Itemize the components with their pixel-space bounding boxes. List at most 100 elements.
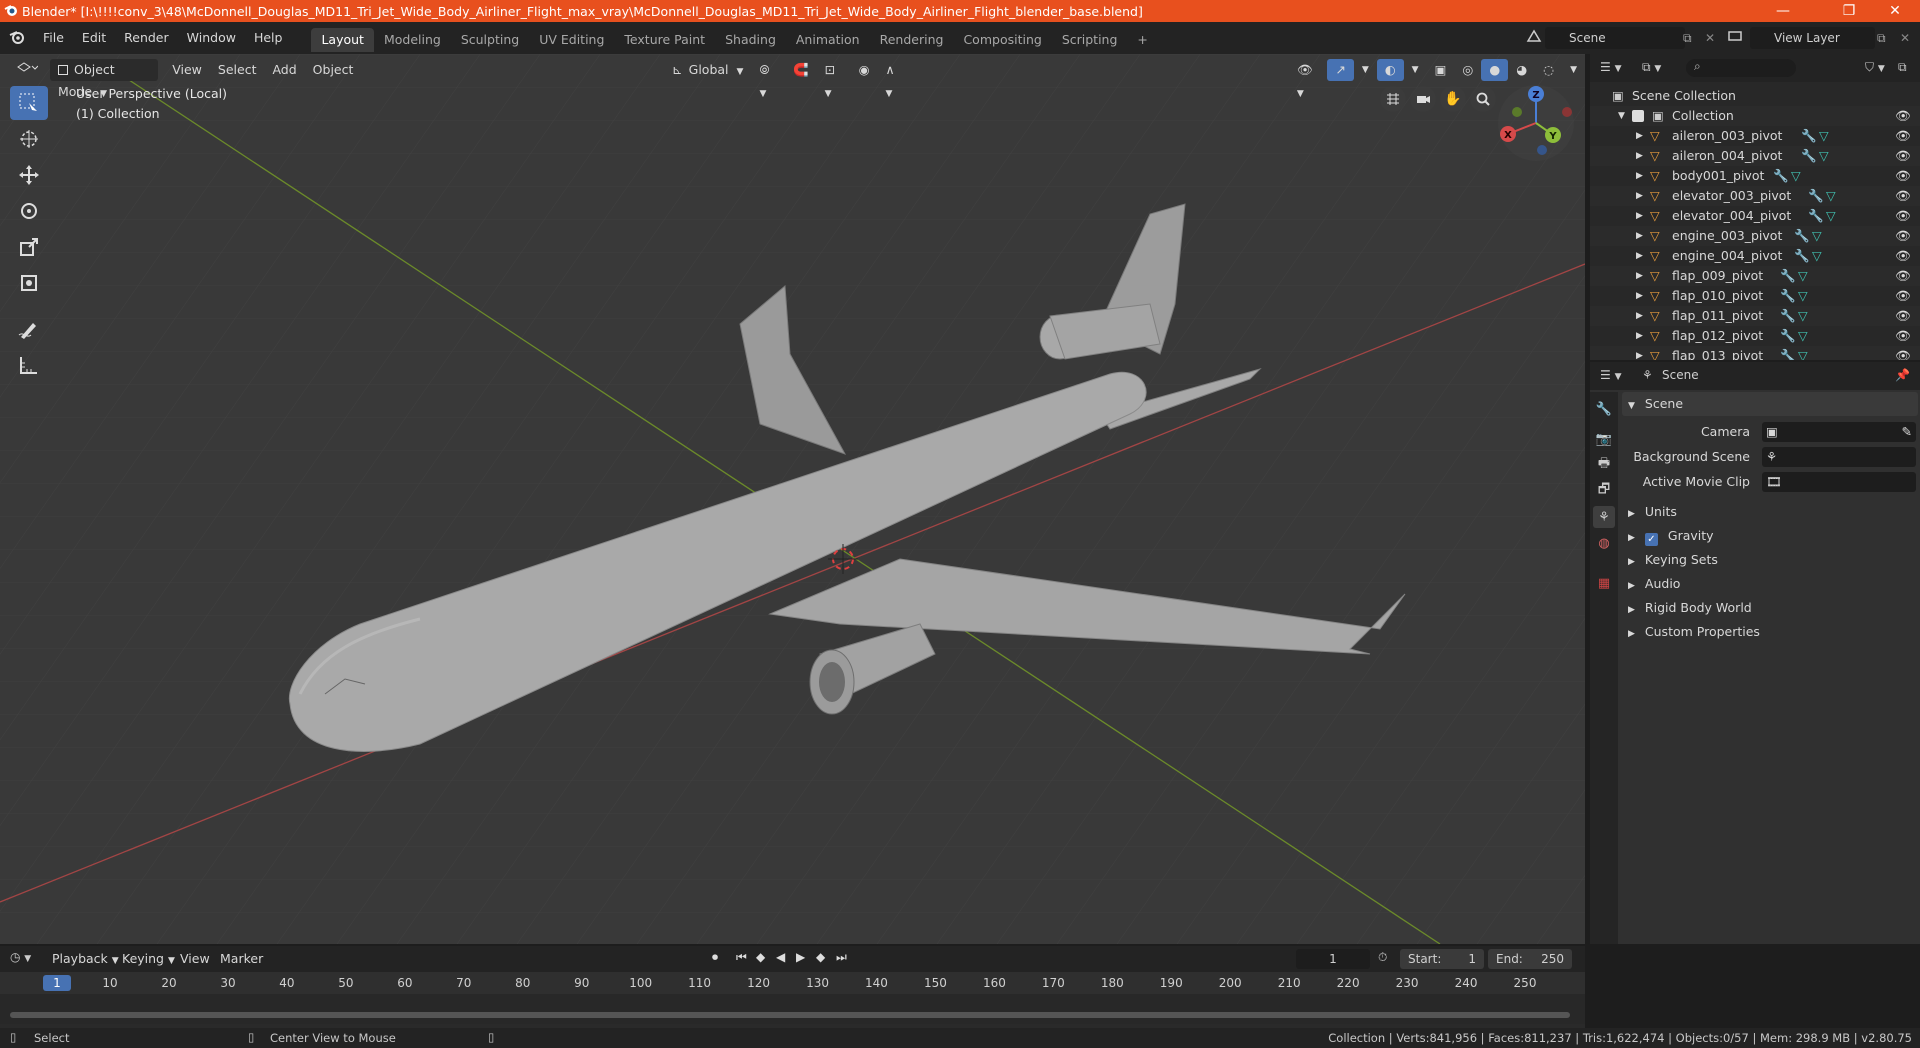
expand-arrow-icon[interactable]: ▶ <box>1636 266 1643 286</box>
maximize-button[interactable]: ❐ <box>1826 0 1872 22</box>
modifier-icon[interactable]: 🔧 <box>1801 146 1817 166</box>
modifier-icon[interactable]: 🔧 <box>1773 166 1789 186</box>
view-layer-selector[interactable]: View Layer <box>1750 27 1875 49</box>
scene-icon[interactable] <box>1525 27 1545 49</box>
outliner-item[interactable]: ▶ ▽ flap_013_pivot 🔧 ▽ 👁 <box>1590 346 1920 360</box>
background-scene-field[interactable]: ⚘ <box>1762 447 1916 467</box>
mesh-data-icon[interactable]: ▽ <box>1798 326 1808 346</box>
eye-icon[interactable]: 👁 <box>1895 166 1911 186</box>
scene-panel-header[interactable]: ▼ Scene <box>1622 392 1918 416</box>
menu-object[interactable]: Object <box>305 59 362 81</box>
scene-selector[interactable]: Scene <box>1545 27 1685 49</box>
timeline-scrollbar[interactable] <box>10 1012 1570 1018</box>
rendered-shading-icon[interactable]: ◌ <box>1535 59 1562 81</box>
shading-dropdown-icon[interactable]: ▼ <box>1562 59 1585 81</box>
pivot-point-icon[interactable]: ⦾ ▼ <box>751 59 785 99</box>
overlay-dropdown-icon[interactable]: ▼ <box>1404 59 1427 81</box>
world-tab-icon[interactable]: ◍ <box>1593 532 1615 554</box>
next-keyframe-icon[interactable]: ◆ <box>816 950 825 964</box>
record-icon[interactable]: ⏺ <box>712 950 718 965</box>
menu-select[interactable]: Select <box>210 59 265 81</box>
jump-start-icon[interactable]: ⏮ <box>736 950 747 965</box>
play-icon[interactable]: ▶ <box>796 950 805 964</box>
outliner-scene-collection[interactable]: ▣ Scene Collection <box>1590 86 1920 106</box>
eye-icon[interactable]: 👁 <box>1895 126 1911 146</box>
outliner-item[interactable]: ▶ ▽ engine_004_pivot 🔧 ▽ 👁 <box>1590 246 1920 266</box>
material-shading-icon[interactable]: ◕ <box>1508 59 1535 81</box>
output-tab-icon[interactable]: 🖶 <box>1593 454 1615 476</box>
snap-target-icon[interactable]: ⊡ ▼ <box>817 59 851 99</box>
tab-texture-paint[interactable]: Texture Paint <box>614 28 715 52</box>
new-collection-icon[interactable]: ⧉ <box>1898 60 1907 75</box>
mesh-data-icon[interactable]: ▽ <box>1826 206 1836 226</box>
tab-modeling[interactable]: Modeling <box>374 28 451 52</box>
gizmo-dropdown-icon[interactable]: ▼ <box>1354 59 1377 81</box>
scale-tool[interactable] <box>10 230 48 264</box>
modifier-icon[interactable]: 🔧 <box>1808 206 1824 226</box>
expand-arrow-icon[interactable]: ▶ <box>1636 226 1643 246</box>
mesh-data-icon[interactable]: ▽ <box>1791 166 1801 186</box>
modifier-icon[interactable]: 🔧 <box>1780 266 1796 286</box>
display-mode-icon[interactable]: ⧉ ▼ <box>1642 60 1661 75</box>
delete-view-layer-icon[interactable]: ✕ <box>1900 27 1916 49</box>
eye-icon[interactable]: 👁 <box>1895 346 1911 360</box>
menu-file[interactable]: File <box>34 22 73 54</box>
timeline-view-menu[interactable]: View <box>172 948 218 970</box>
current-frame-field[interactable]: 1 <box>1296 949 1370 969</box>
menu-add[interactable]: Add <box>264 59 304 81</box>
pin-icon[interactable]: 📌 <box>1895 368 1910 382</box>
outliner-item[interactable]: ▶ ▽ body001_pivot 🔧 ▽ 👁 <box>1590 166 1920 186</box>
proportional-edit-icon[interactable]: ◉ <box>851 59 878 81</box>
modifier-icon[interactable]: 🔧 <box>1794 246 1810 266</box>
mesh-data-icon[interactable]: ▽ <box>1798 346 1808 360</box>
eye-icon[interactable]: 👁 <box>1895 186 1911 206</box>
outliner-item[interactable]: ▶ ▽ flap_009_pivot 🔧 ▽ 👁 <box>1590 266 1920 286</box>
modifier-icon[interactable]: 🔧 <box>1780 306 1796 326</box>
new-scene-icon[interactable]: ⧉ <box>1683 27 1703 49</box>
eye-icon[interactable]: 👁 <box>1895 146 1911 166</box>
transform-orientation-selector[interactable]: ⊾ Global ▼ <box>664 59 751 81</box>
view-layer-icon[interactable] <box>1726 27 1746 49</box>
airliner-model[interactable] <box>0 54 1585 944</box>
move-tool[interactable] <box>10 158 48 192</box>
snap-icon[interactable]: 🧲 <box>785 59 817 81</box>
active-movie-clip-field[interactable]: 🎞 <box>1762 472 1916 492</box>
tab-scripting[interactable]: Scripting <box>1052 28 1128 52</box>
camera-view-icon[interactable] <box>1410 86 1438 114</box>
playhead[interactable]: 1 <box>43 975 71 991</box>
jump-end-icon[interactable]: ⏭ <box>836 950 847 965</box>
checkbox-icon[interactable] <box>1632 110 1644 122</box>
mesh-data-icon[interactable]: ▽ <box>1798 306 1808 326</box>
expand-arrow-icon[interactable]: ▶ <box>1636 326 1643 346</box>
tab-layout[interactable]: Layout <box>311 28 374 52</box>
keyframe-area[interactable] <box>0 994 1585 1024</box>
modifier-icon[interactable]: 🔧 <box>1780 286 1796 306</box>
outliner-collection[interactable]: ▼ ▣ Collection 👁 <box>1590 106 1920 126</box>
gizmo-toggle-icon[interactable]: ↗ <box>1327 59 1354 81</box>
eyedropper-icon[interactable]: ✎ <box>1902 420 1912 444</box>
editor-type-icon[interactable] <box>8 59 46 81</box>
axis-gizmo[interactable]: Z X Y <box>1495 82 1577 164</box>
render-tab-icon[interactable]: 📷 <box>1593 428 1615 450</box>
mesh-data-icon[interactable]: ▽ <box>1812 226 1822 246</box>
visibility-icon[interactable]: 👁 ▼ <box>1289 59 1328 99</box>
menu-help[interactable]: Help <box>245 22 292 54</box>
tab-sculpting[interactable]: Sculpting <box>451 28 529 52</box>
eye-icon[interactable]: 👁 <box>1895 226 1911 246</box>
expand-arrow-icon[interactable]: ▶ <box>1636 286 1643 306</box>
audio-section[interactable]: ▶ Audio <box>1622 572 1918 596</box>
falloff-icon[interactable]: ∧ ▼ <box>878 59 911 99</box>
mode-selector[interactable]: Object Mode ▼ <box>50 59 159 99</box>
new-view-layer-icon[interactable]: ⧉ <box>1877 27 1897 49</box>
outliner-editor-icon[interactable]: ☰ ▼ <box>1600 60 1622 74</box>
add-workspace-button[interactable]: + <box>1127 28 1157 52</box>
transform-tool[interactable] <box>10 266 48 300</box>
xray-toggle-icon[interactable]: ▣ <box>1427 59 1455 81</box>
scene-context-icon[interactable]: ⚘ <box>1642 368 1653 382</box>
gravity-section[interactable]: ▶ ✓ Gravity <box>1622 524 1918 548</box>
blender-menu-icon[interactable] <box>0 30 34 47</box>
outliner-item[interactable]: ▶ ▽ elevator_004_pivot 🔧 ▽ 👁 <box>1590 206 1920 226</box>
tab-uv-editing[interactable]: UV Editing <box>529 28 614 52</box>
units-section[interactable]: ▶ Units <box>1622 500 1918 524</box>
tab-rendering[interactable]: Rendering <box>870 28 954 52</box>
